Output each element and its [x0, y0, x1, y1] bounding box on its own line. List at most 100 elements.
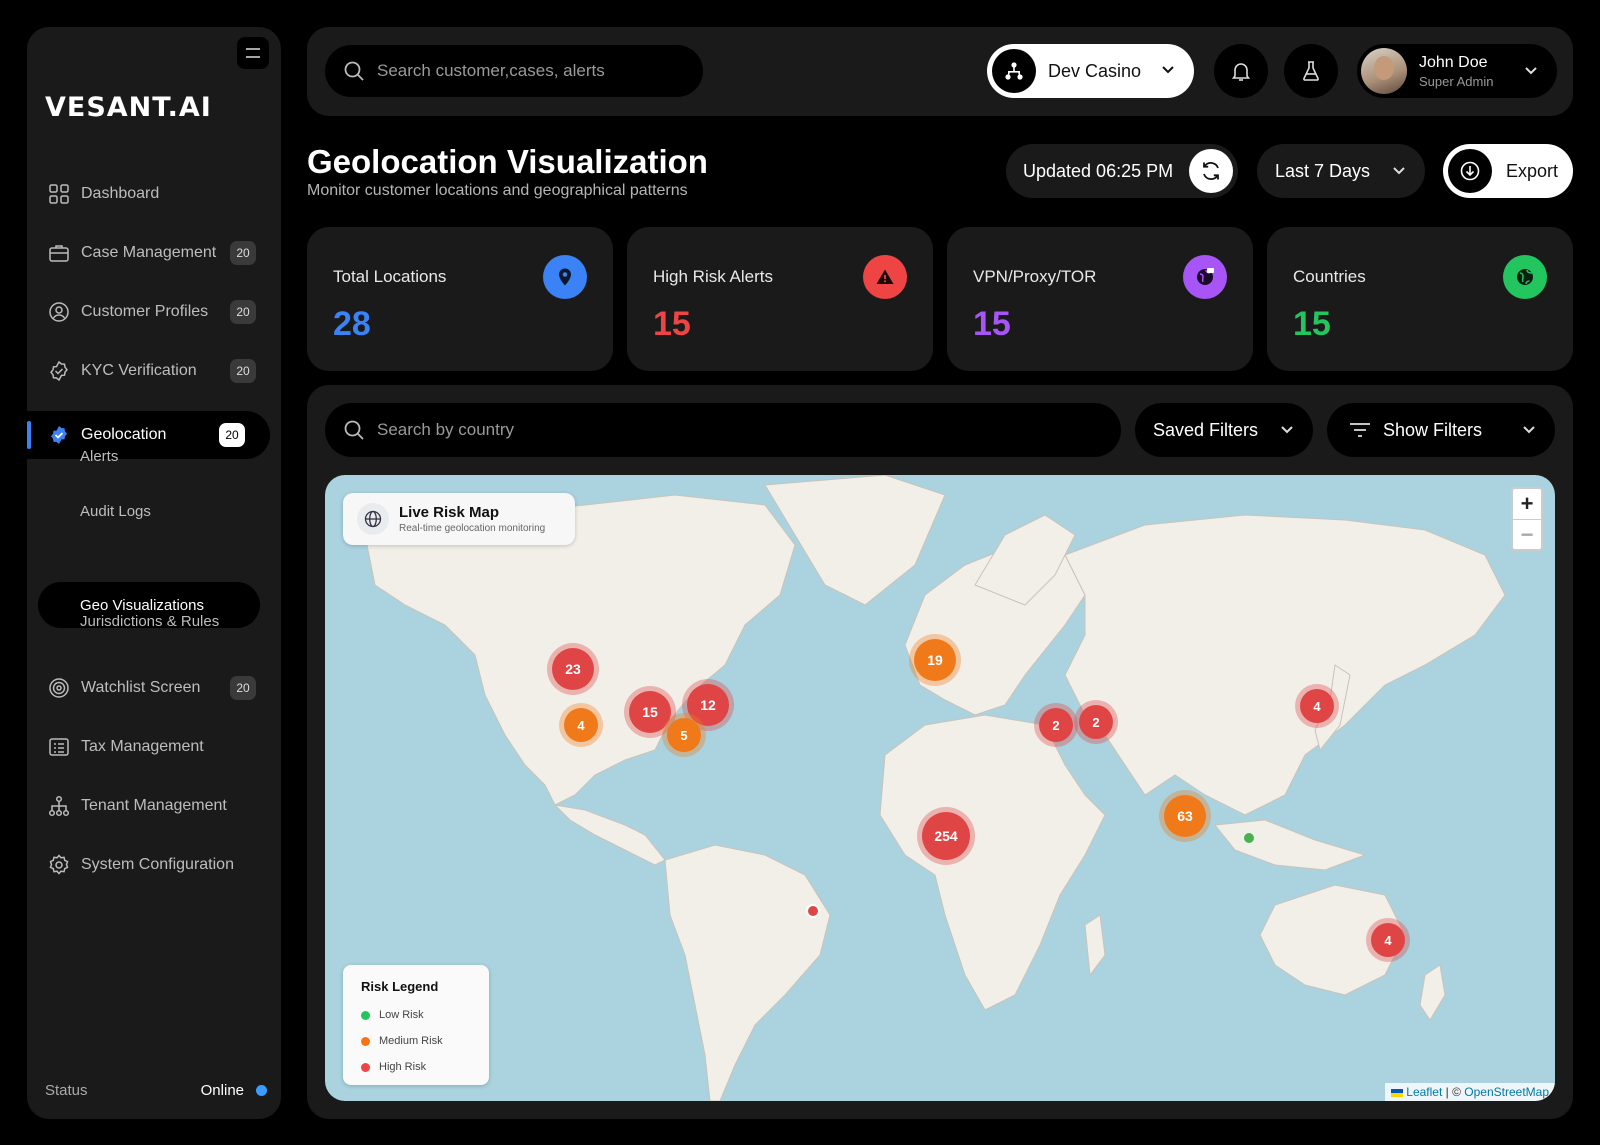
tenant-name: Dev Casino	[1048, 60, 1142, 81]
sidebar-item-label: Watchlist Screen	[81, 679, 201, 696]
sidebar-item-customer-profiles[interactable]: Customer Profiles 20	[27, 288, 281, 336]
date-range-value: Last 7 Days	[1275, 160, 1371, 181]
cluster-marker[interactable]: 4	[1300, 689, 1334, 723]
show-filters-dropdown[interactable]: Show Filters	[1327, 403, 1555, 457]
status-text: Online	[200, 1082, 244, 1099]
sidebar-item-tax-management[interactable]: Tax Management	[27, 723, 281, 771]
sidebar-item-system-configuration[interactable]: System Configuration	[27, 841, 281, 889]
tenant-selector[interactable]: Dev Casino	[987, 44, 1194, 98]
location-marker-high[interactable]	[806, 904, 820, 918]
cluster-marker[interactable]: 5	[667, 718, 701, 752]
sidebar-item-kyc-verification[interactable]: KYC Verification 20	[27, 347, 281, 395]
export-button[interactable]: Export	[1443, 144, 1573, 198]
sidebar-item-dashboard[interactable]: Dashboard	[27, 170, 281, 218]
sidebar-subitem-alerts[interactable]: Alerts	[80, 448, 118, 465]
legend-label: High Risk	[379, 1061, 427, 1073]
export-label: Export	[1506, 160, 1559, 181]
cluster-count: 19	[927, 652, 943, 668]
world-map[interactable]: Live Risk Map Real-time geolocation moni…	[325, 475, 1555, 1101]
top-bar: Dev Casino John Doe Super Admin	[307, 27, 1573, 116]
refresh-button[interactable]	[1189, 149, 1233, 193]
global-search[interactable]	[325, 45, 703, 97]
cluster-count: 63	[1177, 808, 1193, 824]
sidebar-item-geolocation[interactable]: Geolocation 20	[27, 411, 270, 459]
legend-item-high: High Risk	[361, 1054, 489, 1080]
hierarchy-icon	[47, 794, 71, 818]
stat-card-total-locations: Total Locations 28	[307, 227, 613, 371]
cluster-marker[interactable]: 2	[1039, 708, 1073, 742]
cluster-marker[interactable]: 19	[914, 639, 956, 681]
bell-icon	[1231, 63, 1251, 81]
country-search-input[interactable]	[377, 420, 657, 440]
stat-card-high-risk-alerts: High Risk Alerts 15	[627, 227, 933, 371]
search-icon	[344, 61, 364, 81]
legend-label: Medium Risk	[379, 1035, 443, 1047]
cluster-count: 12	[700, 697, 716, 713]
globe-lock-icon	[1183, 255, 1227, 299]
count-badge: 20	[230, 300, 256, 324]
map-title: Live Risk Map	[399, 504, 500, 521]
sidebar-item-label: Tax Management	[81, 738, 204, 755]
saved-filters-dropdown[interactable]: Saved Filters	[1135, 403, 1313, 457]
cluster-count: 254	[934, 828, 958, 844]
cluster-marker[interactable]: 23	[552, 648, 594, 690]
sidebar-subitem-audit-logs[interactable]: Audit Logs	[80, 503, 151, 520]
avatar	[1361, 48, 1407, 94]
date-range-select[interactable]: Last 7 Days	[1257, 144, 1425, 198]
gear-icon	[47, 853, 71, 877]
map-attribution: Leaflet | © OpenStreetMap	[1384, 1083, 1555, 1101]
cluster-count: 23	[565, 661, 581, 677]
zoom-in-button[interactable]: +	[1513, 489, 1541, 519]
sidebar-item-label: KYC Verification	[81, 362, 197, 379]
brand-logo[interactable]: VESANT.AI	[45, 92, 212, 123]
stat-label: Total Locations	[333, 267, 447, 286]
saved-filters-label: Saved Filters	[1153, 419, 1259, 440]
refresh-icon	[1203, 162, 1219, 180]
sidebar-item-tenant-management[interactable]: Tenant Management	[27, 782, 281, 830]
sidebar-item-label: Tenant Management	[81, 797, 227, 814]
verified-badge-icon	[47, 423, 71, 447]
cluster-marker[interactable]: 63	[1164, 795, 1206, 837]
cluster-marker[interactable]: 15	[629, 691, 671, 733]
leaflet-link[interactable]: Leaflet	[1406, 1085, 1442, 1099]
warning-icon	[863, 255, 907, 299]
map-subtitle: Real-time geolocation monitoring	[399, 523, 546, 534]
cluster-marker[interactable]: 254	[922, 812, 970, 860]
notifications-button[interactable]	[1214, 44, 1268, 98]
map-title-card: Live Risk Map Real-time geolocation moni…	[343, 493, 575, 545]
sidebar-item-label: System Configuration	[81, 856, 234, 873]
sidebar-subitem-jurisdictions-rules[interactable]: Jurisdictions & Rules	[80, 613, 219, 630]
document-list-icon	[47, 735, 71, 759]
osm-link[interactable]: OpenStreetMap	[1464, 1085, 1549, 1099]
chevron-down-icon	[1523, 426, 1535, 434]
cluster-marker[interactable]: 4	[564, 708, 598, 742]
cluster-count: 2	[1052, 717, 1060, 733]
user-circle-icon	[47, 300, 71, 324]
menu-toggle-button[interactable]	[237, 37, 269, 69]
lab-button[interactable]	[1284, 44, 1338, 98]
user-menu[interactable]: John Doe Super Admin	[1357, 44, 1557, 98]
count-badge: 20	[219, 423, 245, 447]
status-label: Status	[45, 1082, 88, 1099]
cluster-marker[interactable]: 2	[1079, 705, 1113, 739]
flask-icon	[1303, 61, 1319, 81]
cluster-marker[interactable]: 4	[1371, 923, 1405, 957]
global-search-input[interactable]	[377, 61, 657, 81]
verified-icon	[47, 359, 71, 383]
country-search[interactable]	[325, 403, 1121, 457]
sidebar-item-watchlist-screen[interactable]: Watchlist Screen 20	[27, 664, 281, 712]
updated-text: Updated 06:25 PM	[1023, 160, 1174, 181]
sidebar-item-case-management[interactable]: Case Management 20	[27, 229, 281, 277]
cluster-marker[interactable]: 12	[687, 684, 729, 726]
cluster-count: 4	[1384, 932, 1392, 948]
zoom-out-button[interactable]: −	[1513, 519, 1541, 549]
legend-dot	[361, 1036, 370, 1046]
chevron-down-icon	[1162, 66, 1174, 74]
cluster-count: 4	[577, 717, 585, 733]
location-marker-low[interactable]	[1242, 831, 1256, 845]
status-row: Status Online	[45, 1082, 267, 1099]
target-icon	[47, 676, 71, 700]
sidebar-item-label: Case Management	[81, 244, 217, 261]
location-pin-icon	[543, 255, 587, 299]
page-title: Geolocation Visualization	[307, 143, 708, 180]
